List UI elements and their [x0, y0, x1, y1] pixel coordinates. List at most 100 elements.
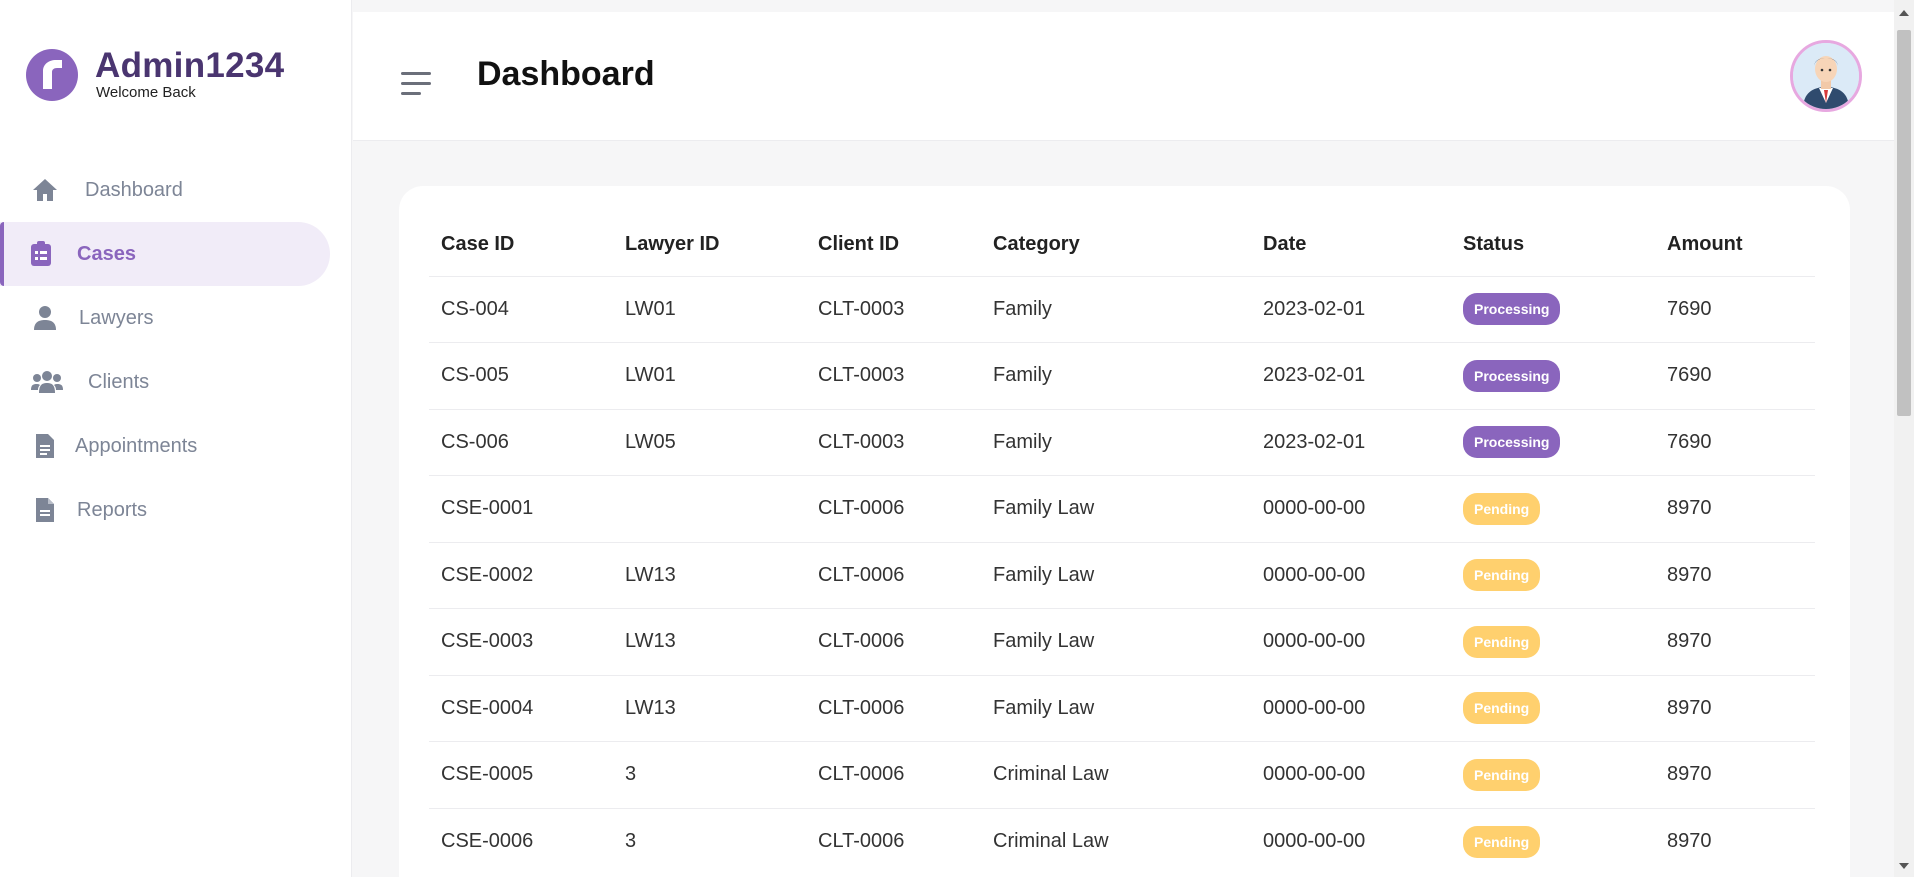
user-avatar[interactable] [1790, 40, 1862, 112]
sidebar-item-lawyers[interactable]: Lawyers [0, 286, 352, 350]
category-cell: Family [981, 408, 1251, 476]
app: Admin1234 Welcome Back Dashboard Cases L… [0, 0, 1914, 877]
status-badge: Pending [1463, 692, 1541, 725]
table-row[interactable]: CSE-0005 3 CLT-0006 Criminal Law 0000-00-00 P… [429, 741, 1815, 808]
category-cell: Family Law [981, 475, 1251, 542]
hamburger-menu-icon[interactable] [401, 72, 433, 98]
amount-cell: 8970 [1655, 741, 1815, 808]
case-id-cell: CSE-0002 [429, 541, 613, 609]
column-header-client-id[interactable]: Client ID [806, 214, 981, 276]
status-cell: Pending [1451, 807, 1655, 875]
sidebar-item-cases[interactable]: Cases [0, 222, 330, 286]
status-cell: Pending [1451, 475, 1655, 542]
case-id-cell: CSE-0001 [429, 475, 613, 542]
column-header-status[interactable]: Status [1451, 214, 1655, 276]
status-badge: Pending [1463, 559, 1541, 592]
sidebar-nav: Dashboard Cases Lawyers Clients Appointm… [0, 158, 352, 542]
status-badge: Pending [1463, 625, 1541, 658]
table-header-row: Case ID Lawyer ID Client ID Category Dat… [429, 214, 1815, 276]
status-cell: Pending [1451, 741, 1655, 808]
scrollbar-thumb[interactable] [1897, 30, 1911, 416]
sidebar-item-appointments[interactable]: Appointments [0, 414, 352, 478]
lawyer-id-cell: LW01 [613, 275, 806, 343]
date-cell: 0000-00-00 [1251, 741, 1451, 808]
brand-subtitle: Welcome Back [96, 84, 196, 101]
lawyer-id-cell [613, 475, 806, 542]
client-id-cell: CLT-0006 [806, 608, 981, 675]
status-badge: Pending [1463, 825, 1541, 858]
vertical-scrollbar[interactable] [1894, 0, 1914, 877]
category-cell: Family Law [981, 608, 1251, 675]
amount-cell: 7690 [1655, 342, 1815, 409]
column-header-case-id[interactable]: Case ID [429, 214, 613, 276]
client-id-cell: CLT-0006 [806, 541, 981, 609]
column-header-date[interactable]: Date [1251, 214, 1451, 276]
client-id-cell: CLT-0003 [806, 408, 981, 476]
status-cell: Pending [1451, 541, 1655, 609]
category-cell: Family Law [981, 541, 1251, 609]
status-cell: Processing [1451, 342, 1655, 409]
amount-cell: 7690 [1655, 408, 1815, 476]
category-cell: Criminal Law [981, 741, 1251, 808]
sidebar-item-label: Appointments [75, 434, 198, 457]
sidebar-item-label: Reports [77, 498, 148, 521]
date-cell: 0000-00-00 [1251, 807, 1451, 875]
table-row[interactable]: CS-005 LW01 CLT-0003 Family 2023-02-01 Proces… [429, 342, 1815, 409]
lawyer-id-cell: LW01 [613, 342, 806, 409]
category-cell: Family [981, 342, 1251, 409]
case-id-cell: CSE-0005 [429, 741, 613, 808]
client-id-cell: CLT-0003 [806, 342, 981, 409]
case-id-cell: CS-005 [429, 342, 613, 409]
lawyer-id-cell: LW13 [613, 541, 806, 609]
case-id-cell: CS-006 [429, 408, 613, 476]
brand-text: Admin1234 Welcome Back [95, 48, 284, 102]
lawyer-id-cell: LW13 [613, 674, 806, 742]
table-row[interactable]: CS-006 LW05 CLT-0003 Family 2023-02-01 Proces… [429, 408, 1815, 476]
scroll-up-arrow-icon[interactable] [1899, 10, 1909, 16]
status-badge: Processing [1463, 293, 1561, 326]
sidebar-item-label: Clients [88, 370, 150, 393]
column-header-category[interactable]: Category [981, 214, 1251, 276]
lawyer-id-cell: 3 [613, 807, 806, 875]
date-cell: 0000-00-00 [1251, 674, 1451, 742]
status-badge: Processing [1463, 359, 1561, 392]
column-header-amount[interactable]: Amount [1655, 214, 1815, 276]
brand-title: Admin1234 [95, 46, 285, 85]
sidebar: Admin1234 Welcome Back Dashboard Cases L… [0, 0, 352, 877]
user-icon [30, 303, 60, 333]
scroll-down-arrow-icon[interactable] [1899, 863, 1909, 869]
file-icon [30, 495, 60, 525]
client-id-cell: CLT-0006 [806, 475, 981, 542]
amount-cell: 8970 [1655, 674, 1815, 742]
table-row[interactable]: CSE-0006 3 CLT-0006 Criminal Law 0000-00-00 P… [429, 807, 1815, 875]
sidebar-item-label: Lawyers [79, 306, 154, 329]
table-body: CS-004 LW01 CLT-0003 Family 2023-02-01 Proces… [429, 275, 1815, 875]
case-id-cell: CSE-0006 [429, 807, 613, 875]
category-cell: Criminal Law [981, 807, 1251, 875]
sidebar-item-clients[interactable]: Clients [0, 350, 352, 414]
lawyer-id-cell: LW05 [613, 408, 806, 476]
table-row[interactable]: CSE-0004 LW13 CLT-0006 Family Law 0000-00-00… [429, 674, 1815, 742]
status-cell: Pending [1451, 608, 1655, 675]
amount-cell: 8970 [1655, 608, 1815, 675]
status-cell: Pending [1451, 674, 1655, 742]
client-id-cell: CLT-0006 [806, 741, 981, 808]
sidebar-item-dashboard[interactable]: Dashboard [0, 158, 352, 222]
table-row[interactable]: CSE-0003 LW13 CLT-0006 Family Law 0000-00-00… [429, 608, 1815, 675]
users-icon [30, 367, 64, 397]
status-badge: Pending [1463, 758, 1541, 791]
date-cell: 0000-00-00 [1251, 608, 1451, 675]
home-icon [30, 175, 60, 205]
status-badge: Pending [1463, 492, 1541, 525]
table-row[interactable]: CSE-0001 CLT-0006 Family Law 0000-00-00 Pend… [429, 475, 1815, 542]
amount-cell: 8970 [1655, 541, 1815, 609]
table-row[interactable]: CSE-0002 LW13 CLT-0006 Family Law 0000-00-00… [429, 541, 1815, 609]
category-cell: Family [981, 275, 1251, 343]
column-header-lawyer-id[interactable]: Lawyer ID [613, 214, 806, 276]
lawyer-id-cell: 3 [613, 741, 806, 808]
sidebar-item-reports[interactable]: Reports [0, 478, 352, 542]
table-row[interactable]: CS-004 LW01 CLT-0003 Family 2023-02-01 Proces… [429, 275, 1815, 343]
category-cell: Family Law [981, 674, 1251, 742]
sidebar-item-label: Cases [77, 242, 136, 265]
brand-logo-icon [26, 49, 78, 101]
